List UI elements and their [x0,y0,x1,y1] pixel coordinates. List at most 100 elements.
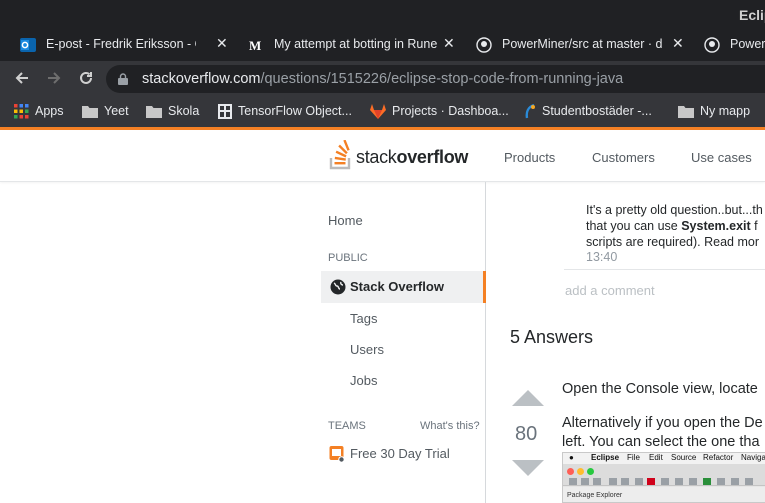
arrow-right-icon [48,72,61,84]
answer-line-3: left. You can select the one tha [562,434,760,450]
nav-section-public: PUBLIC [328,252,368,264]
tab-title: PowerMiner/src at master · d [502,37,663,51]
upvote-button[interactable] [512,390,544,406]
svg-text:M: M [249,38,261,53]
add-comment-link[interactable]: add a comment [565,283,655,298]
free-trial-link[interactable]: Free 30 Day Trial [350,446,450,461]
close-tab-icon[interactable]: ✕ [443,35,455,52]
toolbar-icon [717,478,725,485]
toolbar: stackoverflow.com/questions/1515226/ecli… [0,61,765,97]
logo-stack: stack [356,147,397,167]
tab-github[interactable]: PowerMiner/src at master · d ✕ [476,29,686,61]
close-tab-icon[interactable]: ✕ [216,35,228,52]
answer-line-1: Open the Console view, locate [562,381,758,397]
run-icon [703,478,711,485]
answers-heading: 5 Answers [510,327,594,347]
url-text: stackoverflow.com/questions/1515226/ecli… [142,71,623,87]
bookmark-label: Ny mapp [700,104,751,118]
github-icon [704,37,720,53]
so-header: stackoverflow Products Customers Use cas… [0,127,765,182]
nav-use-cases[interactable]: Use cases [691,150,752,165]
comment-line-3: scripts are required). Read mor [586,235,759,249]
main-content: It's a pretty old question..but...th tha… [487,182,765,503]
toolbar-icon [581,478,589,485]
tab-title: My attempt at botting in Rune [274,37,438,51]
globe-icon [330,279,346,295]
bookmark-label: Studentbostäder -... [542,104,652,118]
teams-briefcase-icon [329,446,345,463]
medium-icon: M [249,38,261,53]
stackoverflow-logo-icon [329,139,351,170]
apple-icon: ● [569,453,574,462]
nav-home[interactable]: Home [328,213,363,228]
tab-github-2[interactable]: Power [704,29,765,61]
url-path: /questions/1515226/eclipse-stop-code-fro… [260,71,624,87]
nav-customers[interactable]: Customers [592,150,655,165]
nav-stackoverflow[interactable]: Stack Overflow [321,271,486,303]
bookmark-gitlab[interactable]: Projects · Dashboa... [370,104,509,120]
vote-count: 80 [515,423,538,445]
tensorflow-icon [218,104,232,120]
apps-grid-icon [14,104,29,119]
screenshot-menubar: ● Eclipse File Edit Source Refactor Navi… [563,453,765,464]
address-bar[interactable]: stackoverflow.com/questions/1515226/ecli… [106,65,765,93]
bookmark-skola[interactable]: Skola [146,104,200,119]
bookmark-ny-mapp[interactable]: Ny mapp [678,104,751,119]
bookmark-tensorflow[interactable]: TensorFlow Object... [218,104,352,120]
lock-icon [118,73,128,85]
arrow-left-icon [15,72,28,84]
tab-strip: E-post - Fredrik Eriksson - Out ✕ M My a… [0,29,765,61]
forward-button[interactable] [45,69,63,90]
answer-line-2: Alternatively if you open the De [562,415,763,431]
bookmark-label: TensorFlow Object... [238,104,352,118]
studentbostader-icon [525,104,535,119]
toolbar-icon [675,478,683,485]
so-logo[interactable]: stackoverflow [329,139,468,172]
screenshot-menu-refactor: Refactor [703,453,734,462]
nav-stackoverflow-label: Stack Overflow [350,279,444,294]
screenshot-menu-source: Source [671,453,697,462]
tab-outlook[interactable]: E-post - Fredrik Eriksson - Out ✕ [20,29,230,61]
tab-medium[interactable]: M My attempt at botting in Rune ✕ [248,29,458,61]
toolbar-icon [689,478,697,485]
comment-line-2-pre: that you can use [586,219,682,233]
window-titlebar: Eclip [0,0,765,29]
nav-tags[interactable]: Tags [350,311,377,326]
whats-this-link[interactable]: What's this? [420,420,480,432]
toolbar-icon [661,478,669,485]
toolbar-icon [731,478,739,485]
folder-icon [146,106,162,119]
toolbar-icon [621,478,629,485]
bookmark-studentbostader[interactable]: Studentbostäder -... [524,104,652,119]
logo-overflow: overflow [396,147,469,167]
bookmark-apps[interactable]: Apps [14,104,64,119]
github-icon [476,37,492,53]
folder-icon [82,106,98,119]
reload-icon [80,71,92,84]
tab-title: Power [730,37,765,51]
nav-products[interactable]: Products [504,150,555,165]
back-button[interactable] [13,69,31,90]
folder-icon [678,106,694,119]
outlook-icon [20,38,36,52]
nav-users[interactable]: Users [350,342,384,357]
tab-title: E-post - Fredrik Eriksson - Out [46,37,196,51]
left-sidebar: Home PUBLIC Stack Overflow Tags Users Jo… [321,182,486,503]
maximize-dot-icon [587,468,594,475]
downvote-button[interactable] [512,460,544,476]
nav-jobs[interactable]: Jobs [350,373,377,388]
reload-button[interactable] [77,69,95,90]
comment-timestamp[interactable]: 13:40 [586,250,617,264]
comment-code: System.exit [681,219,751,233]
window-title: Eclip [739,7,765,23]
screenshot-menu-eclipse: Eclipse [591,453,620,462]
bookmarks-bar: Apps Yeet Skola TensorFlow Object... Pro… [0,97,765,127]
answer-screenshot: ● Eclipse File Edit Source Refactor Navi… [562,452,765,503]
bookmark-label: Apps [35,104,64,118]
screenshot-lower-panel: Package Explorer [563,487,765,502]
toolbar-icon [593,478,601,485]
bookmark-yeet[interactable]: Yeet [82,104,129,119]
url-domain: stackoverflow.com [142,71,261,87]
bookmark-label: Skola [168,104,200,118]
close-tab-icon[interactable]: ✕ [672,35,684,52]
